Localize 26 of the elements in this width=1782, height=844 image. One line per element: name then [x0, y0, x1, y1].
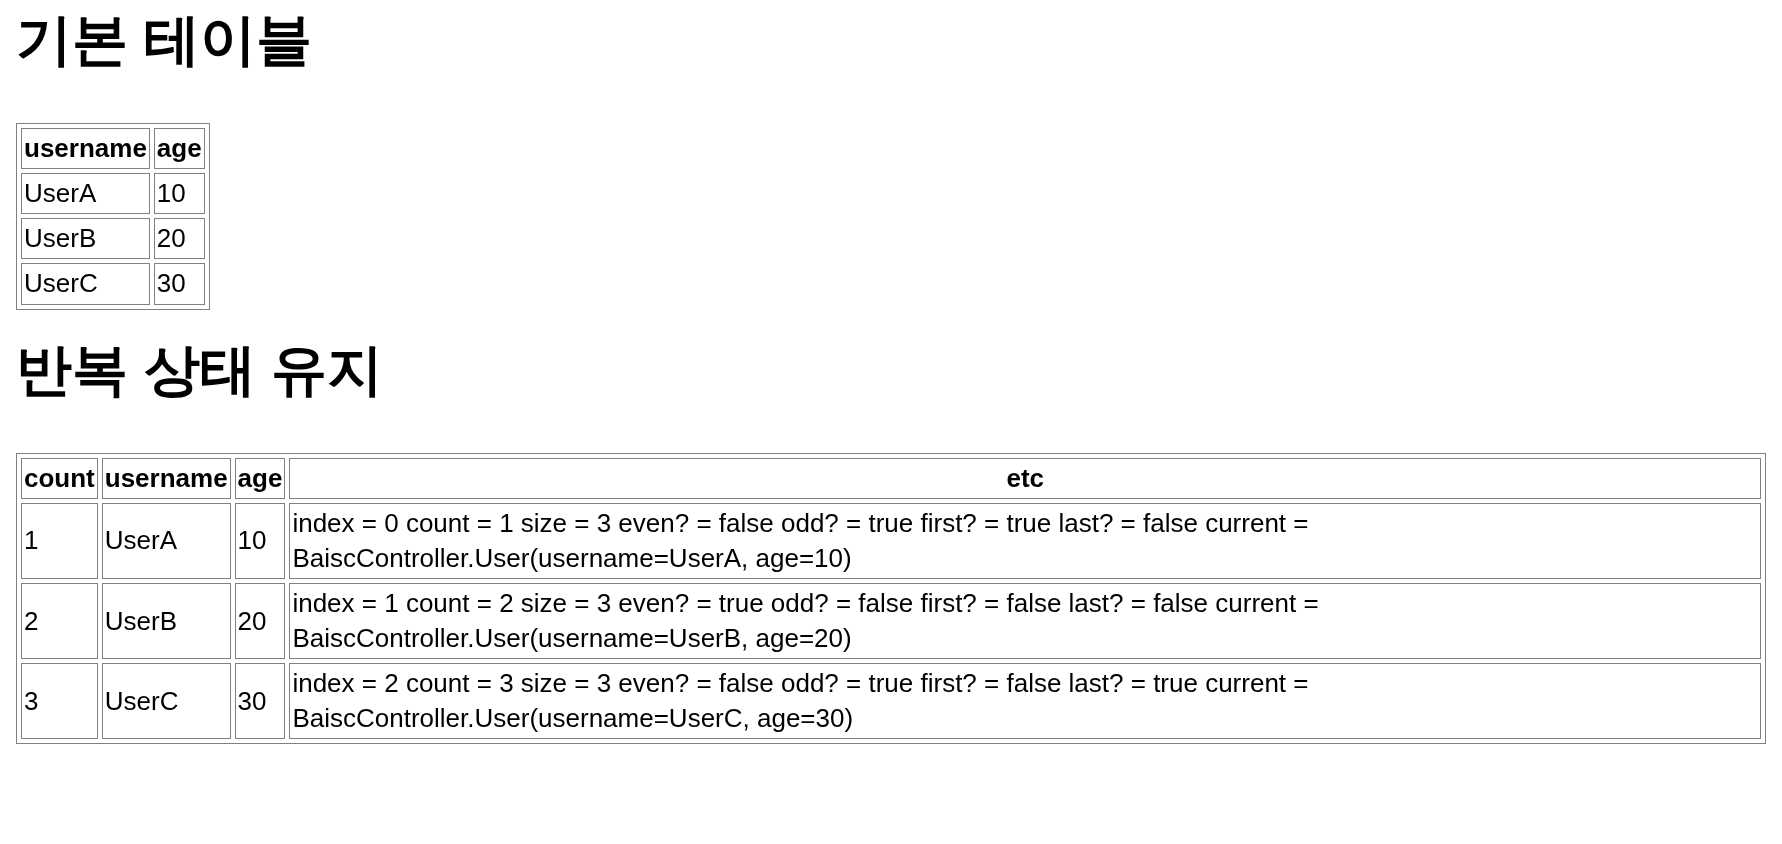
- column-header: etc: [289, 457, 1761, 499]
- column-header: username: [21, 128, 150, 170]
- table-cell: UserC: [21, 263, 150, 305]
- table-cell: 10: [234, 502, 286, 580]
- table-cell: 20: [153, 218, 205, 260]
- table-cell: 2: [21, 583, 98, 660]
- table-cell: 30: [234, 663, 286, 740]
- column-header: username: [101, 457, 231, 499]
- page-heading: 기본 테이블: [16, 7, 313, 73]
- page-heading: 반복 상태 유지: [16, 336, 385, 403]
- table-cell: UserB: [21, 218, 150, 260]
- column-header: age: [153, 128, 205, 170]
- table-cell: UserB: [101, 583, 231, 660]
- table-cell: 10: [153, 173, 205, 215]
- table-cell: 30: [153, 263, 205, 305]
- table-cell: 1: [21, 502, 98, 580]
- column-header: age: [234, 457, 286, 499]
- table-cell: UserA: [101, 502, 231, 580]
- table-cell: 3: [21, 663, 98, 740]
- table-cell: UserA: [21, 173, 150, 215]
- table-cell: index = 0 count = 1 size = 3 even? = false odd? = true first? = true last? = false current = BaiscController.User(username=UserA, age=10): [289, 502, 1761, 580]
- table-cell: index = 1 count = 2 size = 3 even? = true odd? = false first? = false last? = false current = BaiscController.User(username=UserB, age=20): [289, 583, 1761, 660]
- table-cell: UserC: [101, 663, 231, 740]
- table-cell: 20: [234, 583, 286, 660]
- column-header: count: [21, 457, 98, 499]
- table-cell: index = 2 count = 3 size = 3 even? = false odd? = true first? = false last? = true current = BaiscController.User(username=UserC, age=30): [289, 663, 1761, 740]
